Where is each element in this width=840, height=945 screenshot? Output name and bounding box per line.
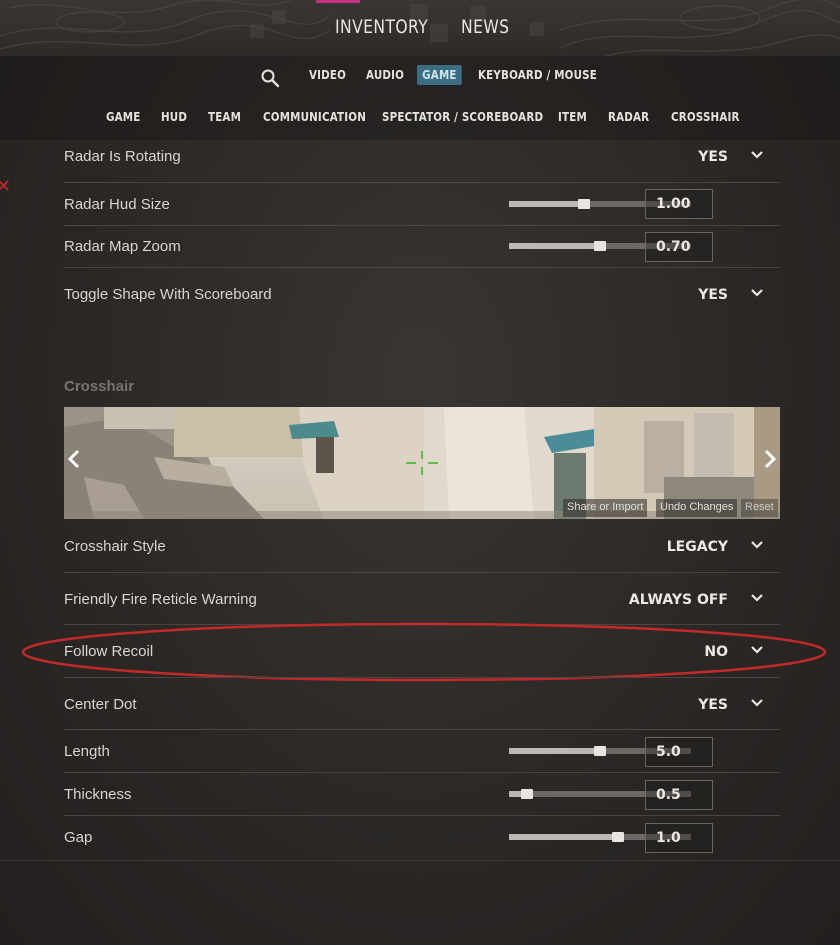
divider (64, 267, 780, 268)
chevron-down-icon[interactable] (750, 593, 764, 603)
number-input[interactable]: 1.00 (645, 189, 713, 219)
setting-label: Friendly Fire Reticle Warning (64, 591, 257, 608)
setting-center-dot[interactable]: Center Dot YES (64, 696, 780, 726)
number-input[interactable]: 1.0 (645, 823, 713, 853)
tab-audio[interactable]: AUDIO (366, 68, 404, 82)
divider (64, 677, 780, 678)
divider (64, 572, 780, 573)
subtab-game[interactable]: GAME (106, 110, 140, 124)
tab-video[interactable]: VIDEO (309, 68, 346, 82)
number-input[interactable]: 0.70 (645, 232, 713, 262)
tab-keyboard-mouse[interactable]: KEYBOARD / MOUSE (478, 68, 597, 82)
divider (0, 860, 840, 861)
settings-primary-nav: VIDEO AUDIO GAME KEYBOARD / MOUSE (0, 65, 840, 88)
divider (64, 772, 780, 773)
number-input[interactable]: 5.0 (645, 737, 713, 767)
slider-fill (509, 243, 600, 249)
setting-label: Gap (64, 829, 93, 846)
subtab-radar[interactable]: RADAR (608, 110, 649, 124)
setting-value[interactable]: YES (698, 149, 728, 165)
tab-inventory[interactable]: INVENTORY (335, 16, 428, 38)
undo-changes-button[interactable]: Undo Changes (656, 499, 738, 517)
slider-fill (509, 748, 600, 754)
subtab-spectator-scoreboard[interactable]: SPECTATOR / SCOREBOARD (382, 110, 543, 124)
section-title: Crosshair (64, 378, 135, 395)
setting-label: Length (64, 743, 110, 760)
slider-handle[interactable] (594, 241, 606, 251)
divider (64, 729, 780, 730)
setting-label: Thickness (64, 786, 132, 803)
tab-game[interactable]: GAME (417, 65, 462, 85)
number-input[interactable]: 0.5 (645, 780, 713, 810)
setting-crosshair-style[interactable]: Crosshair Style LEGACY (64, 538, 780, 568)
setting-radar-rotating[interactable]: Radar Is Rotating YES (64, 148, 780, 182)
slider-handle[interactable] (612, 832, 624, 842)
divider (64, 225, 780, 226)
setting-label: Toggle Shape With Scoreboard (64, 286, 272, 303)
subtab-hud[interactable]: HUD (161, 110, 187, 124)
setting-label: Center Dot (64, 696, 137, 713)
chevron-down-icon[interactable] (750, 698, 764, 708)
chevron-right-icon[interactable] (762, 448, 778, 470)
slider-handle[interactable] (578, 199, 590, 209)
chevron-left-icon[interactable] (66, 448, 82, 470)
chevron-down-icon[interactable] (750, 150, 764, 160)
setting-value[interactable]: YES (698, 287, 728, 303)
divider (64, 182, 780, 183)
setting-value[interactable]: LEGACY (667, 539, 728, 555)
slider-fill (509, 834, 618, 840)
setting-label: Radar Is Rotating (64, 148, 181, 165)
divider (64, 815, 780, 816)
slider-handle[interactable] (521, 789, 533, 799)
setting-value[interactable]: ALWAYS OFF (629, 592, 728, 608)
tab-news[interactable]: NEWS (461, 16, 509, 38)
setting-label: Radar Map Zoom (64, 238, 181, 255)
setting-value[interactable]: YES (698, 697, 728, 713)
setting-friendly-fire[interactable]: Friendly Fire Reticle Warning ALWAYS OFF (64, 591, 780, 621)
subtab-communication[interactable]: COMMUNICATION (263, 110, 366, 124)
setting-label: Crosshair Style (64, 538, 166, 555)
slider-handle[interactable] (594, 746, 606, 756)
setting-toggle-shape[interactable]: Toggle Shape With Scoreboard YES (64, 286, 780, 316)
subtab-item[interactable]: ITEM (558, 110, 587, 124)
settings-secondary-nav: GAME HUD TEAM COMMUNICATION SPECTATOR / … (0, 110, 840, 130)
top-banner: INVENTORY NEWS (0, 0, 840, 56)
reset-button[interactable]: Reset (741, 499, 778, 517)
highlight-ellipse (21, 622, 827, 682)
subtab-team[interactable]: TEAM (208, 110, 241, 124)
chevron-down-icon[interactable] (750, 540, 764, 550)
share-import-button[interactable]: Share or Import (563, 499, 648, 517)
subtab-crosshair[interactable]: CROSSHAIR (671, 110, 740, 124)
slider-fill (509, 201, 584, 207)
setting-label: Radar Hud Size (64, 196, 170, 213)
chevron-down-icon[interactable] (750, 288, 764, 298)
annotation-mark: ✕ (0, 176, 12, 196)
